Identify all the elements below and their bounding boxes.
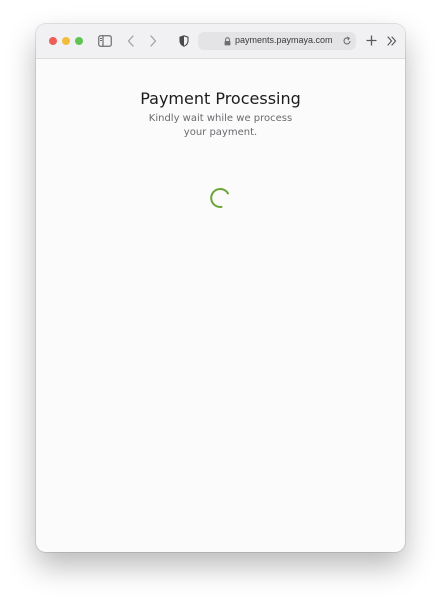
sidebar-icon[interactable] xyxy=(98,35,112,47)
lock-icon xyxy=(224,37,231,46)
page-subtitle: Kindly wait while we process your paymen… xyxy=(148,113,293,138)
forward-icon[interactable] xyxy=(149,35,157,47)
chevron-double-right-icon[interactable] xyxy=(387,36,397,46)
browser-window: payments.paymaya.com Payment Processing … xyxy=(36,24,405,552)
page-content: Payment Processing Kindly wait while we … xyxy=(36,59,405,552)
address-bar[interactable]: payments.paymaya.com xyxy=(198,32,356,50)
page-title: Payment Processing xyxy=(140,89,301,108)
reload-icon[interactable] xyxy=(342,36,352,46)
new-tab-icon[interactable] xyxy=(366,35,377,46)
url-text: payments.paymaya.com xyxy=(235,35,333,45)
privacy-shield-icon[interactable] xyxy=(179,35,189,47)
browser-toolbar: payments.paymaya.com xyxy=(36,24,405,59)
loading-spinner-icon xyxy=(210,188,229,208)
zoom-window-button[interactable] xyxy=(75,37,83,45)
close-window-button[interactable] xyxy=(49,37,57,45)
minimize-window-button[interactable] xyxy=(62,37,70,45)
back-icon[interactable] xyxy=(127,35,135,47)
